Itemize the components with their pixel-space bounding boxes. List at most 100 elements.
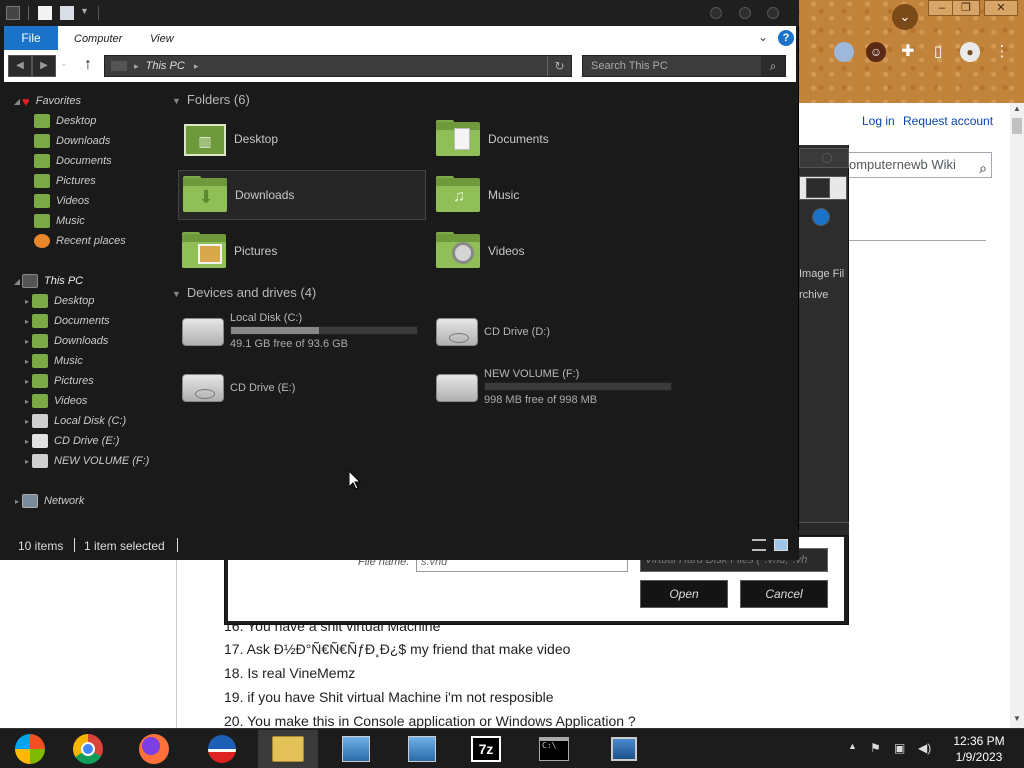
page-scrollbar[interactable] (1010, 103, 1024, 728)
profile-extension-icon[interactable]: ☺ (866, 42, 886, 62)
sidebar-item-pc-cd-drive[interactable]: ▸ CD Drive (E:) (22, 432, 119, 450)
sidebar-item-pc-music[interactable]: ▸ Music (22, 352, 83, 370)
recent-locations-chevron-icon[interactable]: ⌄ (60, 58, 68, 69)
scroll-down-arrow-icon[interactable]: ▼ (1010, 714, 1024, 726)
show-hidden-icons-icon[interactable]: ▲ (848, 741, 857, 751)
tab-file[interactable]: File (4, 26, 58, 50)
sidebar-item-pc-desktop[interactable]: ▸ Desktop (22, 292, 94, 310)
expand-ribbon-chevron-icon[interactable]: ⌄ (758, 30, 768, 44)
drive-tile-f[interactable]: NEW VOLUME (F:) 998 MB free of 998 MB (432, 364, 680, 414)
taskbar-7zip[interactable]: 7z (456, 730, 516, 768)
action-center-flag-icon[interactable]: ⚑ (870, 741, 881, 755)
volume-icon[interactable]: ◀) (918, 741, 931, 755)
address-bar[interactable]: ▸ This PC ▸ ↻ (104, 55, 572, 77)
properties-icon[interactable] (38, 6, 52, 20)
folder-tile-music[interactable]: ♫ Music (432, 170, 680, 220)
sidebar-item-fav-music[interactable]: Music (34, 212, 85, 230)
back-button[interactable]: ◀ (8, 55, 32, 77)
minimize-button[interactable] (710, 7, 722, 19)
browser-more-icon[interactable]: ⋮ (992, 42, 1012, 62)
expand-arrow-icon[interactable]: ▸ (22, 317, 32, 326)
sidebar-item-this-pc[interactable]: ◢ This PC (12, 272, 83, 290)
scroll-up-arrow-icon[interactable]: ▲ (1010, 104, 1024, 116)
taskbar-chrome[interactable] (58, 730, 118, 768)
sidebar-item-pc-videos[interactable]: ▸ Videos (22, 392, 87, 410)
search-input[interactable]: Search This PC ⌕ (582, 55, 786, 77)
taskbar-clock[interactable]: 12:36 PM 1/9/2023 (946, 733, 1012, 765)
sidebar-item-favorites[interactable]: ◢ ♥ Favorites (12, 92, 81, 110)
expand-arrow-icon[interactable]: ▸ (22, 377, 32, 386)
maximize-button[interactable] (739, 7, 751, 19)
expand-arrow-icon[interactable]: ▸ (22, 357, 32, 366)
drive-tile-d[interactable]: CD Drive (D:) (432, 308, 680, 358)
wiki-login-link[interactable]: Log in (862, 114, 895, 128)
taskbar-cmd[interactable]: C:\ (524, 730, 584, 768)
start-button[interactable] (0, 730, 60, 768)
wiki-request-account-link[interactable]: Request account (903, 114, 993, 128)
sidebar-item-pc-documents[interactable]: ▸ Documents (22, 312, 110, 330)
new-folder-icon[interactable] (60, 6, 74, 20)
tab-view[interactable]: View (150, 26, 174, 50)
puzzle-extensions-icon[interactable]: ✚ (898, 42, 918, 62)
sidebar-item-fav-desktop[interactable]: Desktop (34, 112, 96, 130)
expand-arrow-icon[interactable]: ▸ (22, 297, 32, 306)
folder-tile-desktop[interactable]: ▥ Desktop (178, 114, 426, 164)
help-icon[interactable]: ? (778, 30, 794, 46)
browser-restore-button[interactable]: ❐ (952, 0, 980, 16)
forward-button[interactable]: ▶ (32, 55, 56, 77)
search-icon[interactable]: ⌕ (979, 156, 987, 177)
drives-group-header[interactable]: ▼ Devices and drives (4) (172, 285, 316, 300)
collapse-arrow-icon[interactable]: ▼ (172, 96, 181, 106)
expand-arrow-icon[interactable]: ▸ (12, 497, 22, 506)
sidebar-item-fav-recent[interactable]: Recent places (34, 232, 126, 250)
expand-arrow-icon[interactable]: ▸ (22, 457, 32, 466)
sidepanel-icon[interactable]: ▯ (928, 42, 948, 62)
folder-tile-pictures[interactable]: Pictures (178, 226, 426, 276)
expand-arrow-icon[interactable]: ▸ (22, 417, 32, 426)
sidebar-item-network[interactable]: ▸ Network (12, 492, 84, 510)
tab-computer[interactable]: Computer (74, 26, 122, 50)
breadcrumb[interactable]: This PC (146, 60, 185, 72)
sidebar-item-pc-pictures[interactable]: ▸ Pictures (22, 372, 94, 390)
flag-extension-icon[interactable] (834, 42, 854, 62)
bg-dialog-search-icon[interactable] (806, 178, 830, 198)
expand-arrow-icon[interactable]: ▸ (22, 397, 32, 406)
taskbar-control-panel[interactable] (594, 730, 654, 768)
network-status-icon[interactable]: ▣ (894, 741, 905, 755)
folder-tile-downloads[interactable]: ⬇ Downloads (178, 170, 426, 220)
sidebar-item-pc-downloads[interactable]: ▸ Downloads (22, 332, 108, 350)
large-icons-view-icon[interactable] (774, 539, 788, 551)
open-button[interactable]: Open (640, 580, 728, 608)
sidebar-item-pc-new-volume[interactable]: ▸ NEW VOLUME (F:) (22, 452, 149, 470)
folder-tile-documents[interactable]: Documents (432, 114, 680, 164)
cancel-button[interactable]: Cancel (740, 580, 828, 608)
collapse-arrow-icon[interactable]: ▼ (172, 289, 181, 299)
wiki-search-input[interactable]: omputernewb Wiki ⌕ (846, 152, 992, 178)
customize-toolbar-chevron-icon[interactable]: ▼ (80, 6, 94, 20)
up-arrow-icon[interactable]: ↑ (84, 56, 92, 74)
collapse-arrow-icon[interactable]: ◢ (12, 277, 22, 286)
sidebar-item-pc-local-disk[interactable]: ▸ Local Disk (C:) (22, 412, 126, 430)
search-icon[interactable]: ⌕ (761, 56, 785, 76)
browser-close-button[interactable]: ✕ (984, 0, 1018, 16)
sidebar-item-fav-videos[interactable]: Videos (34, 192, 89, 210)
taskbar-file-explorer[interactable] (258, 730, 318, 768)
bg-dialog-help-icon[interactable] (812, 208, 830, 226)
folders-group-header[interactable]: ▼ Folders (6) (172, 92, 250, 107)
window-system-icon[interactable] (6, 6, 20, 20)
bg-dialog-close-icon[interactable] (822, 153, 832, 163)
drive-tile-e[interactable]: CD Drive (E:) (178, 364, 426, 414)
scrollbar-thumb[interactable] (1012, 118, 1022, 134)
drive-tile-c[interactable]: Local Disk (C:) 49.1 GB free of 93.6 GB (178, 308, 426, 358)
expand-arrow-icon[interactable]: ▸ (22, 437, 32, 446)
taskbar-setup-2[interactable] (392, 730, 452, 768)
taskbar-setup-1[interactable] (326, 730, 386, 768)
sidebar-item-fav-pictures[interactable]: Pictures (34, 172, 96, 190)
bg-dialog-hscrollbar[interactable] (799, 522, 849, 536)
taskbar-firefox[interactable] (124, 730, 184, 768)
folder-tile-videos[interactable]: Videos (432, 226, 680, 276)
sidebar-item-fav-downloads[interactable]: Downloads (34, 132, 110, 150)
browser-menu-chevron-icon[interactable]: ⌄ (892, 4, 918, 30)
account-icon[interactable]: ● (960, 42, 980, 62)
sidebar-item-fav-documents[interactable]: Documents (34, 152, 112, 170)
